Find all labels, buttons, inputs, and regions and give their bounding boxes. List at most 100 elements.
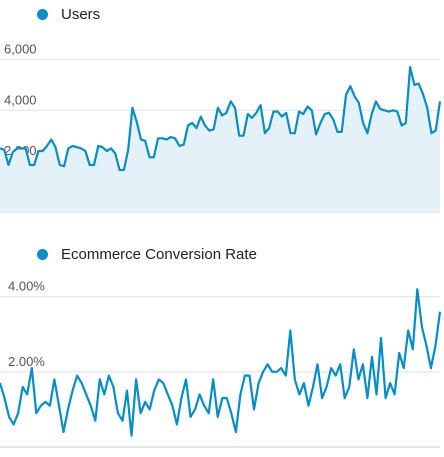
conversion-data-point[interactable] [256,380,262,386]
users-data-point[interactable] [31,162,37,168]
users-data-point[interactable] [356,100,362,106]
conversion-data-point[interactable] [360,361,366,367]
conversion-data-point[interactable] [283,373,289,379]
conversion-data-point[interactable] [129,433,135,439]
conversion-data-point[interactable] [333,373,339,379]
conversion-data-point[interactable] [88,403,94,409]
conversion-data-point[interactable] [24,391,30,397]
users-data-point[interactable] [142,138,148,144]
conversion-data-point[interactable] [401,365,407,371]
conversion-data-point[interactable] [355,376,361,382]
users-data-point[interactable] [326,110,332,116]
conversion-data-point[interactable] [92,418,98,424]
conversion-data-point[interactable] [210,376,216,382]
conversion-data-point[interactable] [296,391,302,397]
conversion-data-point[interactable] [0,380,3,386]
conversion-data-point[interactable] [65,406,71,412]
users-data-point[interactable] [151,154,157,160]
conversion-data-point[interactable] [79,380,85,386]
conversion-data-point[interactable] [260,369,266,375]
users-data-point[interactable] [360,120,366,126]
users-data-point[interactable] [309,107,315,113]
users-data-point[interactable] [108,145,114,151]
users-data-point[interactable] [121,167,127,173]
users-data-point[interactable] [82,148,88,154]
conversion-data-point[interactable] [124,388,130,394]
conversion-data-point[interactable] [410,346,416,352]
users-data-point[interactable] [424,105,430,111]
conversion-data-point[interactable] [174,422,180,428]
conversion-data-point[interactable] [328,365,334,371]
conversion-data-point[interactable] [165,391,171,397]
conversion-data-point[interactable] [237,391,243,397]
users-data-point[interactable] [61,163,67,169]
conversion-data-point[interactable] [224,395,230,401]
users-data-point[interactable] [253,110,259,116]
users-data-point[interactable] [1,147,7,153]
conversion-data-point[interactable] [138,410,144,416]
users-data-point[interactable] [343,92,349,98]
users-data-point[interactable] [211,126,217,132]
users-data-point[interactable] [283,110,289,116]
users-legend[interactable]: Users [37,6,100,23]
users-data-point[interactable] [241,133,247,139]
conversion-data-point[interactable] [97,376,103,382]
conversion-data-point[interactable] [201,403,207,409]
conversion-data-point[interactable] [11,422,17,428]
conversion-data-point[interactable] [169,403,175,409]
users-data-point[interactable] [40,148,46,154]
users-data-point[interactable] [48,137,54,143]
users-data-point[interactable] [112,151,118,157]
conversion-data-point[interactable] [61,429,67,435]
users-data-point[interactable] [44,143,50,149]
users-data-point[interactable] [403,120,409,126]
conversion-data-point[interactable] [433,343,439,349]
conversion-data-point[interactable] [287,328,293,334]
conversion-data-point[interactable] [414,286,420,292]
conversion-data-point[interactable] [56,403,62,409]
conversion-data-point[interactable] [324,384,330,390]
users-data-point[interactable] [198,114,204,120]
conversion-data-point[interactable] [188,414,194,420]
users-data-point[interactable] [189,120,195,126]
users-data-point[interactable] [258,102,264,108]
conversion-data-point[interactable] [265,361,271,367]
conversion-data-point[interactable] [215,414,221,420]
conversion-data-point[interactable] [310,384,316,390]
conversion-data-point[interactable] [392,391,398,397]
conversion-data-point[interactable] [364,395,370,401]
users-data-point[interactable] [228,98,234,104]
conversion-data-point[interactable] [315,361,321,367]
users-data-point[interactable] [292,130,298,136]
users-data-point[interactable] [223,110,229,116]
conversion-data-point[interactable] [101,391,107,397]
conversion-data-point[interactable] [106,373,112,379]
conversion-data-point[interactable] [183,376,189,382]
users-data-point[interactable] [125,147,131,153]
users-data-point[interactable] [416,81,422,87]
users-data-point[interactable] [129,105,135,111]
conversion-data-point[interactable] [319,395,325,401]
conversion-data-point[interactable] [142,399,148,405]
users-data-point[interactable] [134,119,140,125]
users-data-point[interactable] [53,144,59,150]
users-data-point[interactable] [300,111,306,117]
conversion-data-point[interactable] [192,406,198,412]
conversion-data-point[interactable] [387,380,393,386]
users-data-point[interactable] [249,115,255,121]
users-data-point[interactable] [364,130,370,136]
conversion-data-point[interactable] [38,403,44,409]
users-data-point[interactable] [394,109,400,115]
users-data-point[interactable] [202,123,208,129]
users-data-point[interactable] [347,83,353,89]
users-data-point[interactable] [352,93,358,99]
conversion-data-point[interactable] [51,376,57,382]
conversion-data-point[interactable] [405,328,411,334]
users-data-point[interactable] [215,105,221,111]
conversion-data-point[interactable] [29,365,35,371]
users-data-point[interactable] [339,129,345,135]
conversion-data-point[interactable] [110,384,116,390]
conversion-data-point[interactable] [147,406,153,412]
users-data-point[interactable] [194,125,200,131]
conversion-legend[interactable]: Ecommerce Conversion Rate [37,246,257,263]
